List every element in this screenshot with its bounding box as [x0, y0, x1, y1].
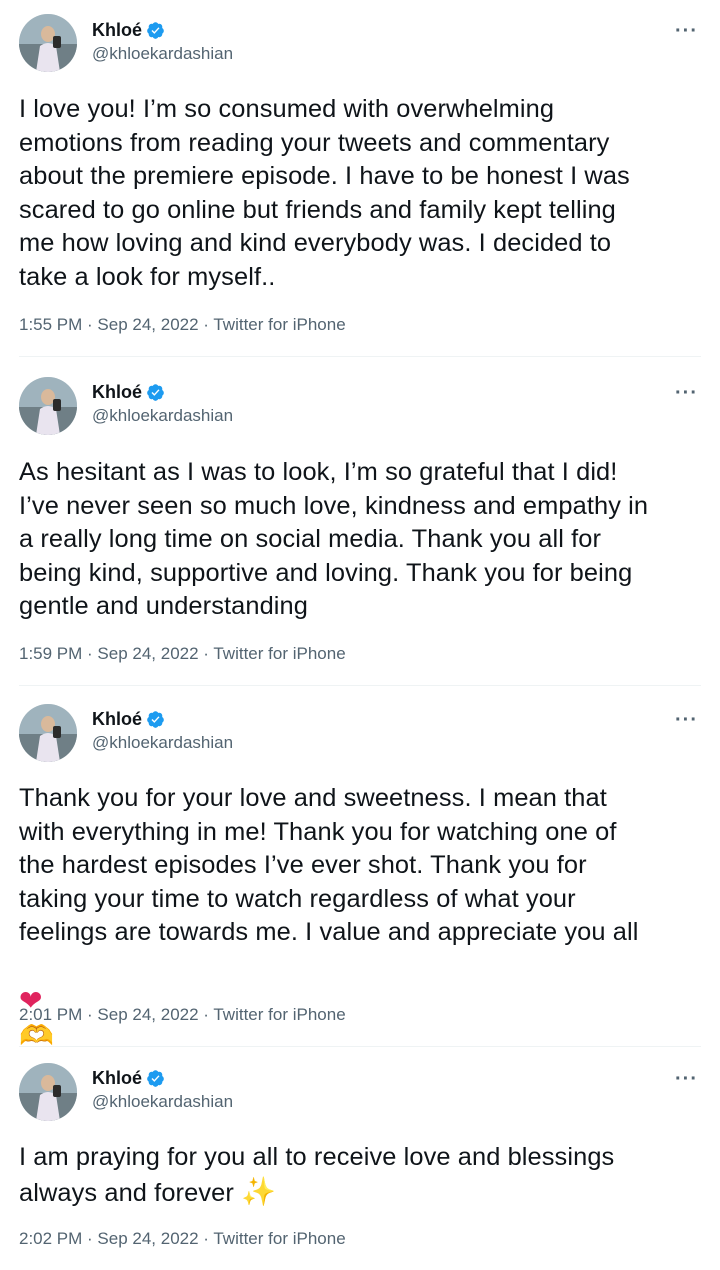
more-options-button[interactable]: ··· — [675, 21, 698, 41]
author-handle[interactable]: @khloekardashian — [92, 733, 233, 753]
author-handle[interactable]: @khloekardashian — [92, 1092, 233, 1112]
tweet-timestamp[interactable]: 1:55 PM · Sep 24, 2022 · Twitter for iPh… — [19, 315, 346, 335]
tweet-text-content: I am praying for you all to receive love… — [19, 1143, 615, 1207]
verified-badge-icon — [147, 384, 164, 401]
author-name[interactable]: Khloé — [92, 382, 142, 403]
more-options-button[interactable]: ··· — [675, 710, 698, 730]
avatar-image — [19, 377, 77, 435]
tweet-text: As hesitant as I was to look, I’m so gra… — [19, 458, 649, 620]
verified-badge-icon — [147, 22, 164, 39]
author-name[interactable]: Khloé — [92, 20, 142, 41]
more-options-button[interactable]: ··· — [675, 1069, 698, 1089]
avatar[interactable] — [19, 1063, 77, 1121]
tweet-text: I am praying for you all to receive love… — [19, 1141, 705, 1210]
avatar[interactable] — [19, 704, 77, 762]
emoji-row: ❤ 🫶 — [19, 950, 705, 1055]
author-row: Khloé — [92, 382, 165, 403]
author-row: Khloé — [92, 20, 165, 41]
divider — [19, 685, 701, 686]
tweet-timestamp[interactable]: 2:01 PM · Sep 24, 2022 · Twitter for iPh… — [19, 1005, 346, 1025]
author-handle[interactable]: @khloekardashian — [92, 406, 233, 426]
divider — [19, 1046, 701, 1047]
author-handle[interactable]: @khloekardashian — [92, 44, 233, 64]
tweet-timestamp[interactable]: 2:02 PM · Sep 24, 2022 · Twitter for iPh… — [19, 1229, 346, 1249]
avatar-image — [19, 14, 77, 72]
author-row: Khloé — [92, 709, 165, 730]
tweet-timestamp[interactable]: 1:59 PM · Sep 24, 2022 · Twitter for iPh… — [19, 644, 346, 664]
verified-badge-icon — [147, 1070, 164, 1087]
divider — [19, 356, 701, 357]
avatar-image — [19, 1063, 77, 1121]
verified-badge-icon — [147, 711, 164, 728]
author-name[interactable]: Khloé — [92, 709, 142, 730]
avatar-image — [19, 704, 77, 762]
tweet-text: I love you! I’m so consumed with overwhe… — [19, 95, 630, 291]
more-options-button[interactable]: ··· — [675, 383, 698, 403]
sparkles-icon: ✨ — [241, 1174, 277, 1208]
tweet-text: Thank you for your love and sweetness. I… — [19, 784, 639, 946]
author-name[interactable]: Khloé — [92, 1068, 142, 1089]
author-row: Khloé — [92, 1068, 165, 1089]
avatar[interactable] — [19, 377, 77, 435]
avatar[interactable] — [19, 14, 77, 72]
